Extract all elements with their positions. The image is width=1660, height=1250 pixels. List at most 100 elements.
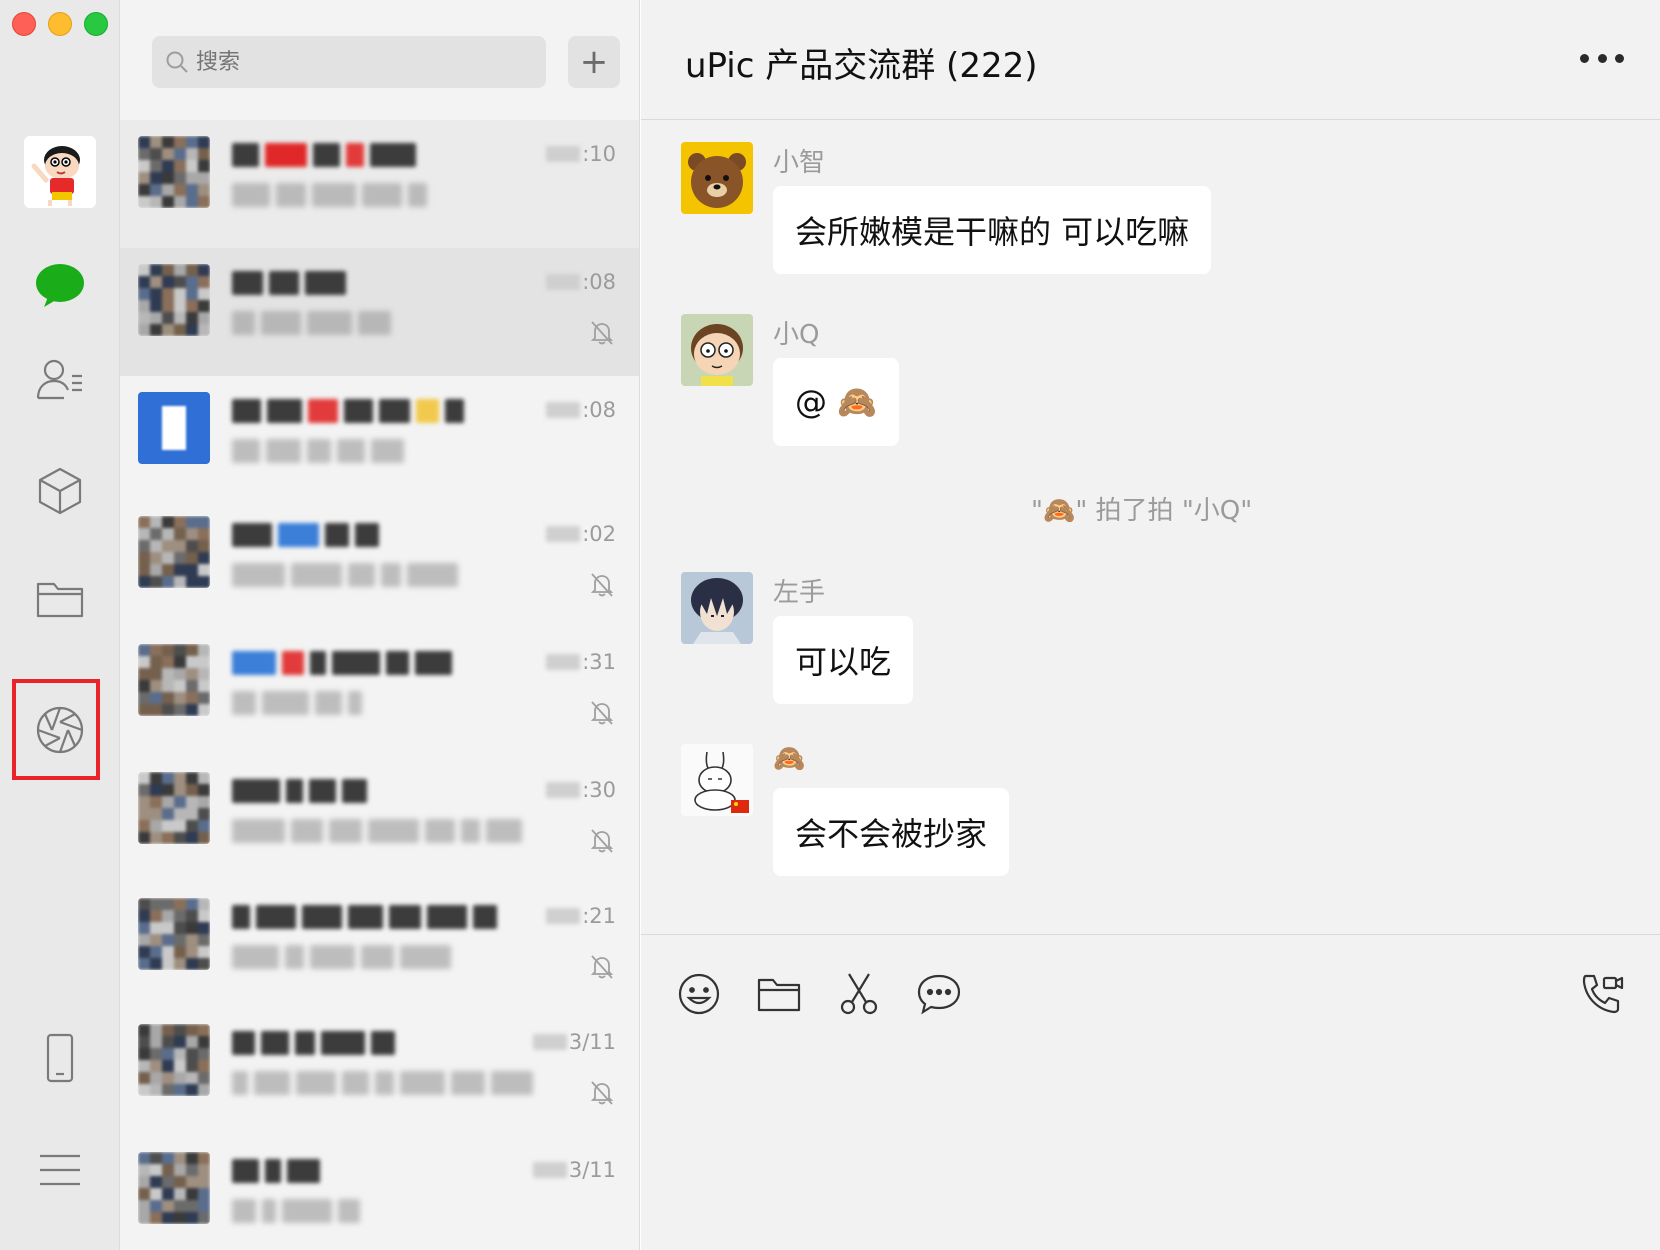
search-input[interactable] [196,49,516,75]
files-tab[interactable] [30,568,90,628]
conversation-name [232,902,497,932]
mini-programs-tab[interactable] [30,461,90,521]
mobile-tab[interactable] [30,1028,90,1088]
conversation-item[interactable]: 3/11 [120,1136,639,1250]
brown-bear-avatar-icon [681,142,753,214]
more-options-button[interactable] [1580,48,1624,68]
conversation-item[interactable]: 3/11 [120,1008,639,1136]
contacts-icon [36,359,82,400]
conversation-avatar [138,1024,210,1096]
conversation-avatar [138,1152,210,1224]
conversation-time: :08 [546,270,616,294]
conversation-name [232,1156,320,1186]
add-chat-button[interactable]: + [568,36,620,88]
conversation-time: :30 [546,778,616,802]
contacts-tab[interactable] [30,350,90,410]
menu-icon [40,1154,80,1186]
chat-history-button[interactable] [915,970,963,1018]
folder-icon [36,582,84,618]
voice-video-call-icon [1582,974,1624,1014]
chat-title: uPic 产品交流群 (222) [685,46,1038,86]
conversation-avatar [138,392,210,464]
time-label: :31 [582,650,616,674]
time-redacted [546,654,581,670]
chat-history-icon [917,974,961,1015]
more-dot-icon [1597,53,1607,63]
message-bubble[interactable]: 可以吃 [773,616,914,704]
conversation-item[interactable]: :10 [120,120,639,248]
chats-tab[interactable] [30,255,90,315]
rabbit-sketch-avatar-icon [681,744,753,816]
screenshot-button[interactable] [835,970,883,1018]
chat-header: uPic 产品交流群 (222) [641,0,1660,120]
minimize-window-button[interactable] [48,12,72,36]
conversation-item[interactable]: :21 [120,882,639,1010]
message-sender: 🙈 [773,744,806,774]
time-label: 3/11 [568,1158,616,1182]
anime-boy-avatar[interactable] [681,572,753,644]
cartoon-boy-avatar-icon [24,136,96,208]
time-label: :08 [582,398,616,422]
conversation-preview [232,182,427,208]
conversation-time: 3/11 [532,1030,616,1054]
sidebar-rail [0,0,120,1250]
conversation-item[interactable]: :30 [120,756,639,884]
conversation-avatar [138,136,210,208]
menu-tab[interactable] [30,1140,90,1200]
conversation-name [232,776,367,806]
conversation-name [232,1028,395,1058]
conversation-preview [232,690,362,716]
conversation-preview [232,562,458,588]
emoji-icon [678,973,720,1015]
conversation-time: :31 [546,650,616,674]
message-bubble[interactable]: 会不会被抄家 [773,788,1010,876]
time-label: :21 [582,904,616,928]
chat-panel: uPic 产品交流群 (222) 小智 会所嫩模是干嘛的 可以吃嘛 小Q @ 🙈… [641,0,1660,1250]
rabbit-sketch-avatar[interactable] [681,744,753,816]
zoom-window-button[interactable] [84,12,108,36]
conversation-name [232,396,464,426]
search-field[interactable] [152,36,546,88]
cartoon-boy-morty-avatar[interactable] [681,314,753,386]
conversation-avatar [138,516,210,588]
time-label: :02 [582,522,616,546]
user-avatar[interactable] [24,136,96,208]
emoji-button[interactable] [675,970,723,1018]
conversation-preview [232,438,404,464]
anime-boy-avatar-icon [681,572,753,644]
time-redacted [546,526,581,542]
wechat-window: + :10 :08 :08 :02 :31 :30 :21 3/11 3/11 uPic 产品交… [0,0,1660,1250]
conversation-name [232,520,379,550]
conversation-item[interactable]: :08 [120,376,639,504]
conversation-name [232,140,416,170]
muted-bell-icon [588,698,616,726]
conversation-preview [232,1070,533,1096]
brown-bear-avatar[interactable] [681,142,753,214]
conversation-avatar [138,644,210,716]
conversation-name [232,648,452,678]
conversation-preview [232,1198,360,1224]
muted-bell-icon [588,1078,616,1106]
conversation-item[interactable]: :08 [120,248,639,376]
moments-highlight-box [12,679,100,780]
time-redacted [532,1162,567,1178]
conversation-time: :08 [546,398,616,422]
scissors-icon [840,973,878,1015]
message-bubble[interactable]: 会所嫩模是干嘛的 可以吃嘛 [773,186,1212,274]
close-window-button[interactable] [12,12,36,36]
conversation-avatar [138,772,210,844]
phone-icon [46,1033,74,1083]
search-bar: + [152,36,639,88]
call-button[interactable] [1578,970,1626,1018]
muted-bell-icon [588,826,616,854]
time-label: 3/11 [568,1030,616,1054]
message-sender: 小Q [773,320,820,350]
send-file-button[interactable] [755,970,803,1018]
conversation-item[interactable]: :02 [120,500,639,628]
cube-icon [38,467,82,515]
conversation-list: + :10 :08 :08 :02 :31 :30 :21 3/11 3/11 [120,0,640,1250]
message-composer[interactable] [641,934,1660,1250]
conversation-preview [232,310,391,336]
message-bubble[interactable]: @ 🙈 [773,358,900,446]
conversation-item[interactable]: :31 [120,628,639,756]
